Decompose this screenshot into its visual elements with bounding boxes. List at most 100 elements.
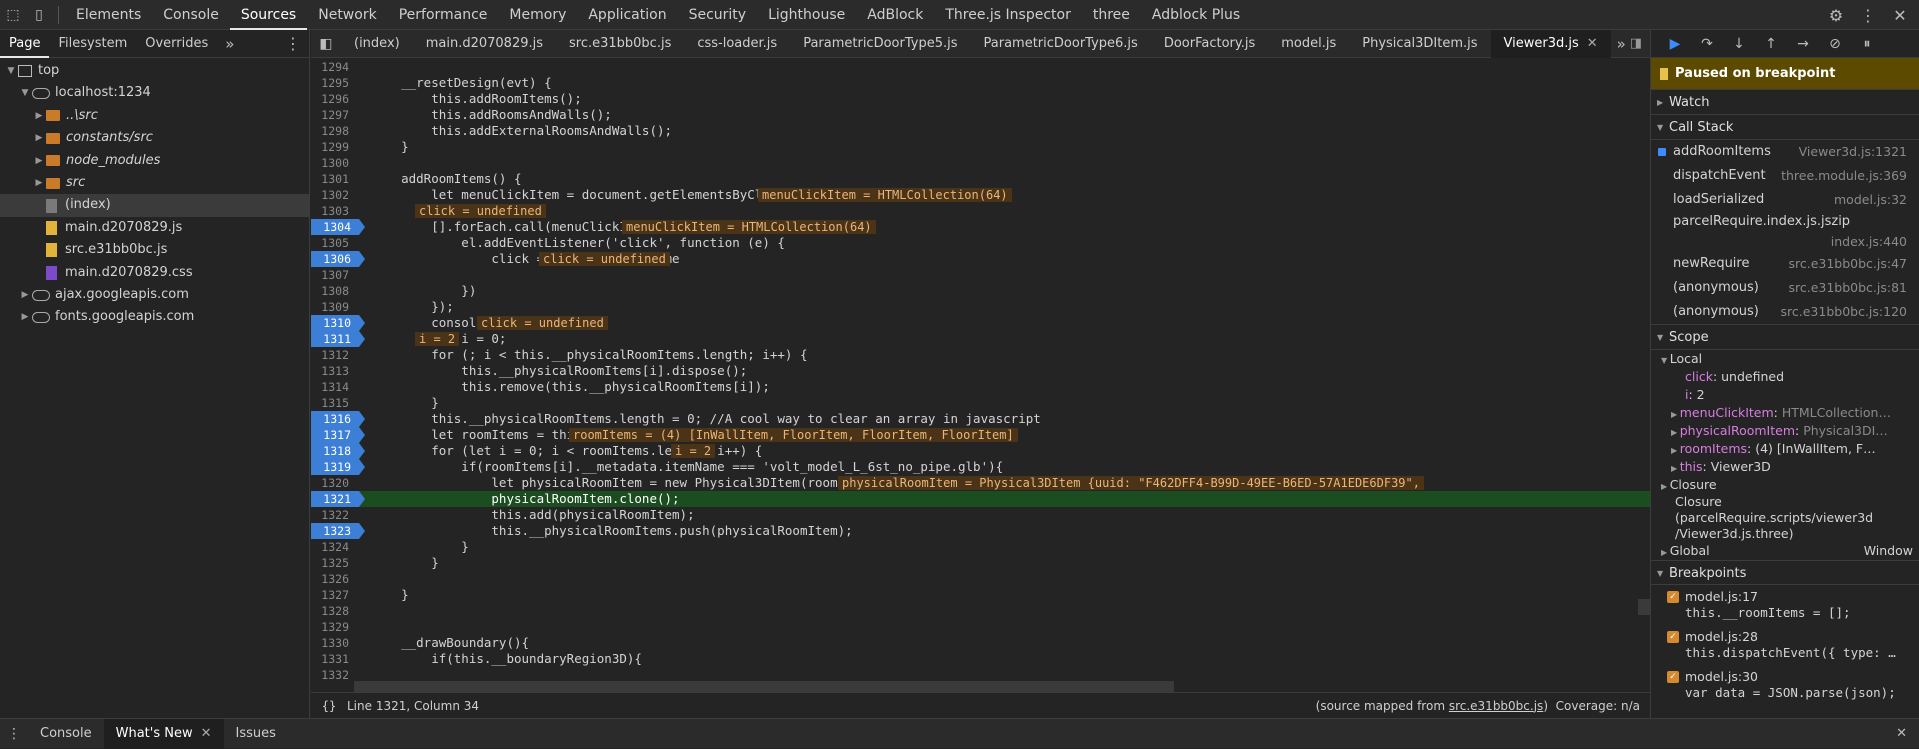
tree-fonts[interactable]: ▶ fonts.googleapis.com [0, 306, 309, 328]
code-line[interactable]: 1302 let menuClickItem = document.getEle… [311, 187, 1650, 203]
code-line[interactable]: 1312 for (; i < this.__physicalRoomItems… [311, 347, 1650, 363]
code-line[interactable]: 1316 this.__physicalRoomItems.length = 0… [311, 411, 1650, 427]
watch-section[interactable]: Watch [1651, 90, 1919, 115]
inspect-element-icon[interactable]: ⬚ [0, 0, 26, 30]
line-number[interactable]: 1298 [311, 123, 357, 139]
code-line[interactable]: 1325 } [311, 555, 1650, 571]
more-tabs-chevron-icon[interactable]: » [1611, 35, 1626, 53]
kebab-menu-icon[interactable]: ⋮ [1857, 6, 1879, 25]
line-number[interactable]: 1324 [311, 539, 357, 555]
code-line[interactable]: 1330 __drawBoundary(){ [311, 635, 1650, 651]
checkbox-icon[interactable]: ✓ [1667, 671, 1679, 683]
toggle-navigator-icon[interactable]: ◧ [311, 36, 341, 52]
step-out-icon[interactable]: ↑ [1755, 36, 1787, 52]
breakpoint-marker[interactable]: 1317 [311, 427, 365, 443]
code-line[interactable]: 1326 [311, 571, 1650, 587]
code-line[interactable]: 1300 [311, 155, 1650, 171]
editor-tab[interactable]: ParametricDoorType6.js [971, 30, 1151, 58]
code-line[interactable]: 1296 this.addRoomItems(); [311, 91, 1650, 107]
code-line[interactable]: 1321 physicalRoomItem.clone(); [311, 491, 1650, 507]
panel-tab[interactable]: Elements [65, 0, 152, 30]
scope-local-header[interactable]: ▼ Local [1661, 350, 1919, 368]
tree-folder[interactable]: ▶ constants/src [0, 127, 309, 149]
close-icon[interactable]: ✕ [1889, 6, 1911, 25]
device-toolbar-icon[interactable]: ▯ [26, 0, 52, 30]
deactivate-breakpoints-icon[interactable]: ⊘ [1819, 36, 1851, 52]
expand-arrow-icon[interactable]: ▼ [18, 82, 32, 104]
collapse-arrow-icon[interactable]: ▶ [32, 127, 46, 149]
line-number[interactable]: 1300 [311, 155, 357, 171]
code-line[interactable]: 1306 click = this.dataset.name click = un… [311, 251, 1650, 267]
tree-folder[interactable]: ▶ node_modules [0, 150, 309, 172]
line-number[interactable]: 1301 [311, 171, 357, 187]
scope-section[interactable]: Scope [1651, 325, 1919, 350]
call-stack-section[interactable]: Call Stack [1651, 115, 1919, 140]
line-number[interactable]: 1328 [311, 603, 357, 619]
call-frame[interactable]: parcelRequire.index.js.jszip index.js:440 [1651, 212, 1919, 252]
editor-tab[interactable]: Physical3DItem.js [1349, 30, 1490, 58]
line-number[interactable]: 1309 [311, 299, 357, 315]
line-number[interactable]: 1325 [311, 555, 357, 571]
tree-ajax[interactable]: ▶ ajax.googleapis.com [0, 284, 309, 306]
code-line[interactable]: 1298 this.addExternalRoomsAndWalls(); [311, 123, 1650, 139]
panel-tab[interactable]: Adblock Plus [1141, 0, 1251, 30]
code-line[interactable]: 1327 } [311, 587, 1650, 603]
scope-variable[interactable]: i: 2 [1661, 386, 1919, 404]
panel-tab[interactable]: Application [577, 0, 677, 30]
tree-folder[interactable]: ▶ src [0, 172, 309, 194]
line-number[interactable]: 1327 [311, 587, 357, 603]
tree-file[interactable]: src.e31bb0bc.js [0, 239, 309, 261]
editor-tab[interactable]: model.js [1268, 30, 1349, 58]
call-frame[interactable]: loadSerialized model.js:32 [1651, 188, 1919, 212]
line-number[interactable]: 1302 [311, 187, 357, 203]
scope-variable[interactable]: menuClickItem: HTMLCollection… [1661, 404, 1919, 422]
tree-file[interactable]: main.d2070829.js [0, 217, 309, 239]
line-number[interactable]: 1297 [311, 107, 357, 123]
line-number[interactable]: 1294 [311, 59, 357, 75]
breakpoint-marker[interactable]: 1323 [311, 523, 365, 539]
breakpoint-item[interactable]: ✓ model.js:30 var data = JSON.parse(json); [1651, 665, 1919, 705]
line-number[interactable]: 1322 [311, 507, 357, 523]
close-drawer-icon[interactable]: ✕ [1896, 726, 1907, 741]
line-number[interactable]: 1303 [311, 203, 357, 219]
settings-gear-icon[interactable]: ⚙ [1825, 6, 1847, 25]
panel-tab[interactable]: three [1082, 0, 1141, 30]
scope-variable[interactable]: physicalRoomItem: Physical3DI… [1661, 422, 1919, 440]
code-line[interactable]: 1301 addRoomItems() { [311, 171, 1650, 187]
line-number[interactable]: 1305 [311, 235, 357, 251]
editor-tab[interactable]: src.e31bb0bc.js [556, 30, 684, 58]
code-line[interactable]: 1331 if(this.__boundaryRegion3D){ [311, 651, 1650, 667]
drawer-tab[interactable]: Issues [224, 719, 288, 749]
code-line[interactable]: 1304 [].forEach.call(menuClickItem,funct… [311, 219, 1650, 235]
collapse-arrow-icon[interactable]: ▶ [18, 284, 32, 306]
code-line[interactable]: 1318 for (let i = 0; i < roomItems.lengt… [311, 443, 1650, 459]
scope-closure[interactable]: ▶ Closure [1661, 476, 1919, 494]
step-over-icon[interactable]: ↷ [1691, 36, 1723, 52]
call-frame[interactable]: (anonymous) src.e31bb0bc.js:81 [1651, 276, 1919, 300]
drawer-tab[interactable]: What's New ✕ [103, 718, 224, 749]
line-number[interactable]: 1308 [311, 283, 357, 299]
breakpoint-marker[interactable]: 1316 [311, 411, 365, 427]
code-line[interactable]: 1328 [311, 603, 1650, 619]
code-line[interactable]: 1305 el.addEventListener('click', functi… [311, 235, 1650, 251]
collapse-arrow-icon[interactable]: ▶ [32, 172, 46, 194]
code-line[interactable]: 1320 let physicalRoomItem = new Physical… [311, 475, 1650, 491]
scope-global[interactable]: ▶ Global Window [1661, 542, 1919, 560]
breakpoint-marker[interactable]: 1311 [311, 331, 365, 347]
code-line[interactable]: 1314 this.remove(this.__physicalRoomItem… [311, 379, 1650, 395]
tree-top[interactable]: ▼ top [0, 60, 309, 82]
step-into-icon[interactable]: ↓ [1723, 36, 1755, 52]
navigator-tab[interactable]: Filesystem [49, 30, 136, 58]
line-number[interactable]: 1313 [311, 363, 357, 379]
code-line[interactable]: 1322 this.add(physicalRoomItem); [311, 507, 1650, 523]
expand-arrow-icon[interactable]: ▼ [4, 60, 18, 82]
line-number[interactable]: 1312 [311, 347, 357, 363]
line-number[interactable]: 1314 [311, 379, 357, 395]
collapse-arrow-icon[interactable]: ▶ [32, 150, 46, 172]
panel-tab[interactable]: AdBlock [856, 0, 934, 30]
breakpoints-section[interactable]: Breakpoints [1651, 560, 1919, 586]
checkbox-icon[interactable]: ✓ [1667, 591, 1679, 603]
collapse-arrow-icon[interactable]: ▶ [18, 306, 32, 328]
breakpoint-item[interactable]: ✓ model.js:17 this.__roomItems = []; [1651, 585, 1919, 625]
toggle-debugger-icon[interactable]: ◨ [1630, 30, 1642, 58]
